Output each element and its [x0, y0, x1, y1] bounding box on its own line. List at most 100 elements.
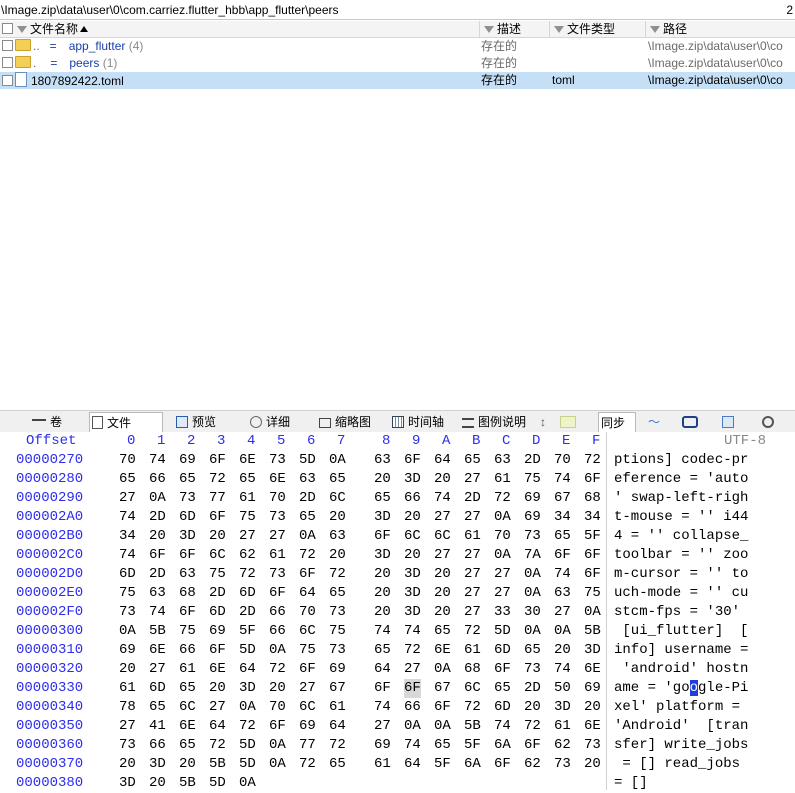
tab-volume[interactable]: 卷: [30, 412, 62, 432]
hex-byte[interactable]: 6F: [149, 546, 166, 565]
hex-byte[interactable]: 20: [269, 679, 286, 698]
hex-byte[interactable]: 74: [149, 451, 166, 470]
hex-byte[interactable]: 20: [329, 546, 346, 565]
tab-preview[interactable]: 预览: [174, 412, 216, 432]
hex-byte[interactable]: 74: [404, 736, 421, 755]
hex-byte[interactable]: 65: [149, 698, 166, 717]
hex-byte[interactable]: 70: [269, 489, 286, 508]
filter-icon[interactable]: [554, 26, 564, 33]
hex-byte[interactable]: 5B: [179, 774, 196, 793]
hex-byte[interactable]: 6C: [209, 546, 226, 565]
settings-icon[interactable]: [720, 412, 738, 432]
hex-byte[interactable]: 74: [149, 603, 166, 622]
hex-byte[interactable]: 6E: [179, 717, 196, 736]
file-row[interactable]: . = peers (1) 存在的 \Image.zip\data\user\0\c…: [0, 55, 795, 72]
hex-byte[interactable]: 69: [119, 641, 136, 660]
hex-byte[interactable]: 6A: [494, 736, 511, 755]
tab-detail[interactable]: 详细: [248, 412, 290, 432]
hex-byte[interactable]: 6F: [524, 736, 541, 755]
hex-byte[interactable]: 69: [524, 508, 541, 527]
hex-byte[interactable]: 6F: [179, 603, 196, 622]
hex-byte[interactable]: 0A: [329, 451, 346, 470]
hex-byte[interactable]: 66: [179, 641, 196, 660]
hex-row[interactable]: 00000350 27 41 6E 64 72 6F 69 64 27 0A 0A 5B 74 72 61 6E…: [0, 717, 795, 736]
hex-byte[interactable]: 72: [299, 755, 316, 774]
ascii-text[interactable]: ptions] codec-pr: [614, 451, 748, 470]
hex-byte[interactable]: 20: [434, 470, 451, 489]
hex-byte[interactable]: 65: [494, 679, 511, 698]
hex-byte[interactable]: 68: [584, 489, 601, 508]
hex-byte[interactable]: 61: [179, 660, 196, 679]
hex-byte[interactable]: 2D: [299, 489, 316, 508]
select-all-checkbox[interactable]: [2, 23, 13, 34]
hex-byte[interactable]: 20: [434, 603, 451, 622]
ascii-text[interactable]: xel' platform =: [614, 698, 748, 717]
hex-byte[interactable]: 69: [209, 622, 226, 641]
hex-byte[interactable]: 27: [464, 470, 481, 489]
hex-byte[interactable]: 6F: [374, 527, 391, 546]
column-header-desc[interactable]: 描述: [480, 21, 550, 37]
hex-byte[interactable]: 50: [554, 679, 571, 698]
hex-byte[interactable]: 66: [149, 470, 166, 489]
hex-byte[interactable]: 73: [524, 660, 541, 679]
image-icon[interactable]: [558, 412, 594, 432]
hex-byte[interactable]: 65: [434, 736, 451, 755]
hex-byte[interactable]: 61: [494, 470, 511, 489]
ascii-text[interactable]: = [] read_jobs: [614, 755, 748, 774]
hex-byte[interactable]: 0A: [119, 622, 136, 641]
hex-byte[interactable]: 6F: [374, 679, 391, 698]
hex-byte[interactable]: 75: [119, 584, 136, 603]
hex-byte[interactable]: 69: [179, 451, 196, 470]
hex-byte[interactable]: 75: [209, 565, 226, 584]
hex-byte[interactable]: 3D: [374, 508, 391, 527]
hex-byte[interactable]: 27: [434, 508, 451, 527]
hex-byte[interactable]: 6E: [209, 660, 226, 679]
hex-byte[interactable]: 3D: [239, 679, 256, 698]
hex-byte[interactable]: 27: [239, 527, 256, 546]
hex-byte[interactable]: 5D: [494, 622, 511, 641]
hex-byte[interactable]: 70: [554, 451, 571, 470]
hex-byte[interactable]: 63: [374, 451, 391, 470]
hex-byte[interactable]: 69: [329, 660, 346, 679]
sync-button[interactable]: 同步: [598, 412, 636, 432]
hex-byte[interactable]: 6D: [239, 584, 256, 603]
hex-byte[interactable]: 73: [269, 508, 286, 527]
hex-byte[interactable]: 6E: [269, 470, 286, 489]
wave-icon[interactable]: ～: [646, 412, 660, 432]
hex-byte[interactable]: 72: [464, 698, 481, 717]
hex-byte[interactable]: 20: [119, 660, 136, 679]
hex-byte[interactable]: 69: [584, 679, 601, 698]
hex-row[interactable]: 00000280 65 66 65 72 65 6E 63 65 20 3D 20 27 61 75 74 6F…: [0, 470, 795, 489]
hex-byte[interactable]: 69: [299, 717, 316, 736]
hex-byte[interactable]: 3D: [404, 584, 421, 603]
hex-byte[interactable]: 27: [299, 679, 316, 698]
hex-row[interactable]: 000002D0 6D 2D 63 75 72 73 6F 72 20 3D 20 27 27 0A 74 6F…: [0, 565, 795, 584]
hex-byte[interactable]: 61: [329, 698, 346, 717]
hex-byte[interactable]: 0A: [149, 489, 166, 508]
hex-byte[interactable]: 20: [434, 565, 451, 584]
hex-byte[interactable]: 64: [404, 755, 421, 774]
hex-byte[interactable]: 27: [119, 717, 136, 736]
hex-byte[interactable]: 74: [119, 546, 136, 565]
hex-byte[interactable]: 27: [554, 603, 571, 622]
hex-byte[interactable]: 68: [464, 660, 481, 679]
hex-byte[interactable]: 72: [464, 622, 481, 641]
hex-byte[interactable]: 6F: [299, 660, 316, 679]
hex-byte[interactable]: 6F: [554, 546, 571, 565]
hex-row[interactable]: 00000340 78 65 6C 27 0A 70 6C 61 74 66 6F 72 6D 20 3D 20…: [0, 698, 795, 717]
tab-legend[interactable]: 图例说明: [460, 412, 526, 432]
ascii-text[interactable]: = []: [614, 774, 648, 793]
hex-byte[interactable]: 74: [554, 660, 571, 679]
hex-viewer[interactable]: Offset UTF-8 0123456789ABCDEF 00000270 70…: [0, 432, 795, 793]
hex-byte[interactable]: 6D: [149, 679, 166, 698]
hex-byte[interactable]: 30: [524, 603, 541, 622]
hex-byte[interactable]: 6F: [209, 451, 226, 470]
hex-byte[interactable]: 72: [299, 546, 316, 565]
hex-byte[interactable]: 78: [119, 698, 136, 717]
hex-byte[interactable]: 0A: [524, 584, 541, 603]
hex-byte[interactable]: 0A: [299, 527, 316, 546]
hex-byte[interactable]: 74: [554, 565, 571, 584]
hex-byte[interactable]: 6F: [209, 641, 226, 660]
hex-byte[interactable]: 6F: [584, 546, 601, 565]
hex-byte[interactable]: 20: [329, 508, 346, 527]
